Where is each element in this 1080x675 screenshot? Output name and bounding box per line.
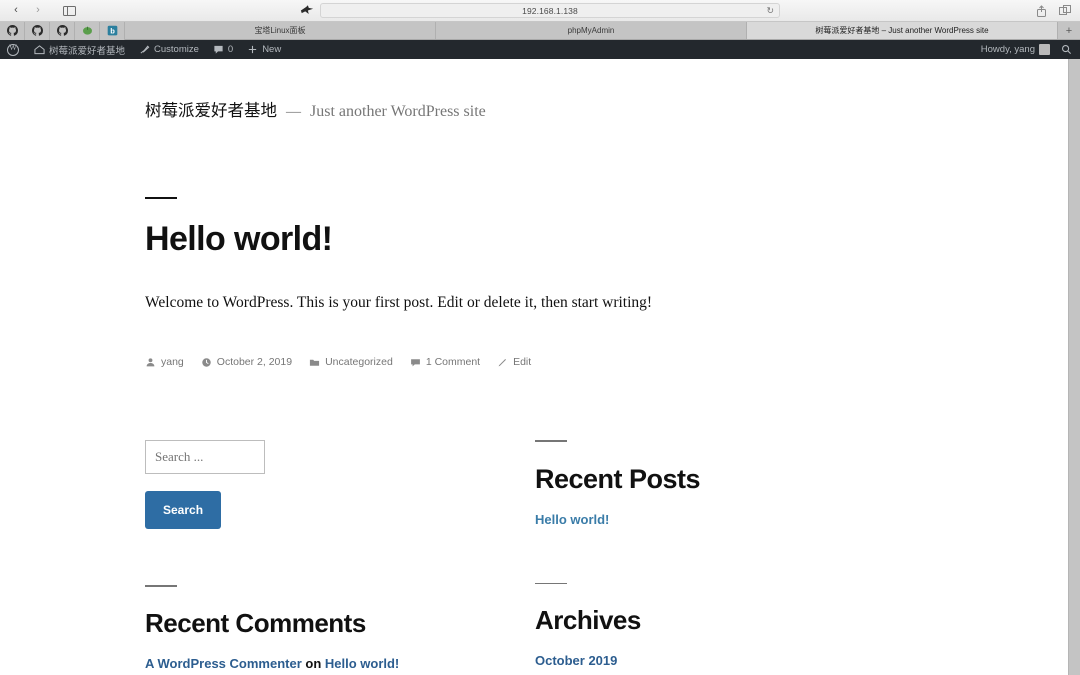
address-bar-area: 192.168.1.138 ↻ [300,3,780,18]
admin-bar-my-account[interactable]: Howdy, yang [974,40,1057,59]
post-entry: Hello world! Welcome to WordPress. This … [0,197,1068,368]
post-content: Welcome to WordPress. This is your first… [145,294,653,312]
wp-admin-bar: 树莓派爱好者基地 Customize 0 New [0,40,1080,59]
archive-link-0[interactable]: October 2019 [535,653,925,668]
archives-title: Archives [535,605,641,636]
share-icon[interactable] [1032,3,1050,18]
folder-icon [310,359,320,366]
site-title[interactable]: 树莓派爱好者基地 [145,97,277,121]
pinned-tabs: b [0,21,125,40]
search-icon [1062,45,1072,55]
house-icon [34,45,45,55]
admin-bar-customize-label: Customize [154,44,199,55]
new-tab-button[interactable]: + [1058,22,1080,39]
svg-text:b: b [110,26,115,35]
plus-icon [249,45,257,54]
admin-bar-howdy-label: Howdy, yang [980,44,1035,55]
browser-tab-bar: b 宝塔Linux面板 phpMyAdmin 树莓派爱好者基地 – Just a… [0,21,1080,40]
post-meta: yang October 2, 2019 Uncategorized 1 Com… [145,356,1068,368]
recent-comment-post-link[interactable]: Hello world! [325,656,399,671]
search-widget: Search [145,440,535,530]
post-date[interactable]: October 2, 2019 [201,356,292,368]
archives-separator [535,582,567,585]
browser-tab-2-active[interactable]: 树莓派爱好者基地 – Just another WordPress site [747,22,1058,39]
person-icon [146,358,155,367]
post-category-label: Uncategorized [325,356,393,369]
admin-bar-comment-count: 0 [227,44,234,55]
browser-toolbar: ‹ › 192.168.1.138 ↻ [0,0,1080,22]
safari-browser-window: ‹ › 192.168.1.138 ↻ b 宝塔Linux面板 phpMyAdm… [0,0,1080,675]
toolbar-right-buttons [1032,3,1074,18]
browser-tab-1[interactable]: phpMyAdmin [436,22,747,39]
avatar [1039,44,1050,55]
post-edit[interactable]: Edit [497,356,531,368]
address-text: 192.168.1.138 [522,5,578,16]
widget-area: Search Recent Comments A WordPress Comme… [0,440,1068,671]
github-pinned-tab-2[interactable] [25,21,50,40]
recent-comment-item: A WordPress Commenter on Hello world! [145,656,535,671]
search-input[interactable] [145,440,265,475]
archives-widget: Archives October 2019 [535,582,925,668]
admin-bar-customize[interactable]: Customize [132,40,206,59]
recent-comment-author-link[interactable]: A WordPress Commenter [145,656,302,671]
post-comments[interactable]: 1 Comment [410,356,480,368]
admin-bar-right: Howdy, yang [974,40,1080,59]
recent-posts-title: Recent Posts [535,463,701,494]
recent-post-link-0[interactable]: Hello world! [535,512,925,527]
admin-bar-comments[interactable]: 0 [206,40,240,59]
recent-comment-on-text: on [301,655,325,671]
site-title-dash: — [286,104,301,120]
bird-icon [300,5,314,14]
admin-bar-site-name[interactable]: 树莓派爱好者基地 [27,40,132,59]
admin-bar-left: 树莓派爱好者基地 Customize 0 New [0,40,288,59]
reload-icon[interactable]: ↻ [766,6,774,15]
pencil-icon [498,358,507,367]
green-pinned-tab[interactable] [75,21,100,40]
tab-overview-icon[interactable] [1056,3,1074,18]
wordpress-logo-menu[interactable] [0,40,27,59]
admin-bar-new[interactable]: New [240,40,288,59]
widget-column-left: Search Recent Comments A WordPress Comme… [145,440,535,671]
post-comments-label: 1 Comment [425,356,481,369]
recent-posts-widget: Recent Posts Hello world! [535,440,925,527]
admin-bar-search-button[interactable] [1057,44,1080,55]
post-title[interactable]: Hello world! [145,220,1068,258]
navigation-buttons: ‹ › [6,3,80,18]
recent-posts-separator [535,440,567,442]
github-pinned-tab-3[interactable] [50,21,75,40]
admin-bar-site-name-label: 树莓派爱好者基地 [49,45,126,57]
search-button[interactable]: Search [145,491,222,530]
clock-icon [202,358,211,367]
wordpress-logo-icon [7,43,19,56]
paintbrush-icon [140,45,150,54]
post-category[interactable]: Uncategorized [309,356,393,368]
admin-bar-new-label: New [262,44,282,55]
site-header: 树莓派爱好者基地 — Just another WordPress site [0,59,1068,121]
post-date-label: October 2, 2019 [216,356,293,369]
blue-b-pinned-tab[interactable]: b [100,21,125,40]
page-viewport: 树莓派爱好者基地 — Just another WordPress site H… [0,59,1080,675]
widget-column-right: Recent Posts Hello world! Archives Octob… [535,440,925,670]
recent-comments-widget: Recent Comments A WordPress Commenter on… [145,585,535,671]
back-button[interactable]: ‹ [6,3,26,18]
comment-icon [410,359,420,367]
address-input[interactable]: 192.168.1.138 ↻ [320,3,780,18]
wordpress-site-page: 树莓派爱好者基地 — Just another WordPress site H… [0,59,1068,675]
entry-separator-rule [145,197,177,199]
site-description: Just another WordPress site [310,103,486,120]
sidebar-toggle-button[interactable] [58,3,80,18]
post-author-label: yang [161,356,184,369]
window-right-edge [1068,59,1080,675]
forward-button[interactable]: › [28,3,48,18]
post-author[interactable]: yang [145,356,184,368]
comment-bubble-icon [214,45,223,54]
post-edit-label: Edit [513,356,532,369]
recent-comments-title: Recent Comments [145,607,366,638]
github-pinned-tab-1[interactable] [0,21,25,40]
browser-tab-0[interactable]: 宝塔Linux面板 [125,22,436,39]
sidebar-icon [62,5,76,16]
recent-comments-separator [145,585,177,587]
